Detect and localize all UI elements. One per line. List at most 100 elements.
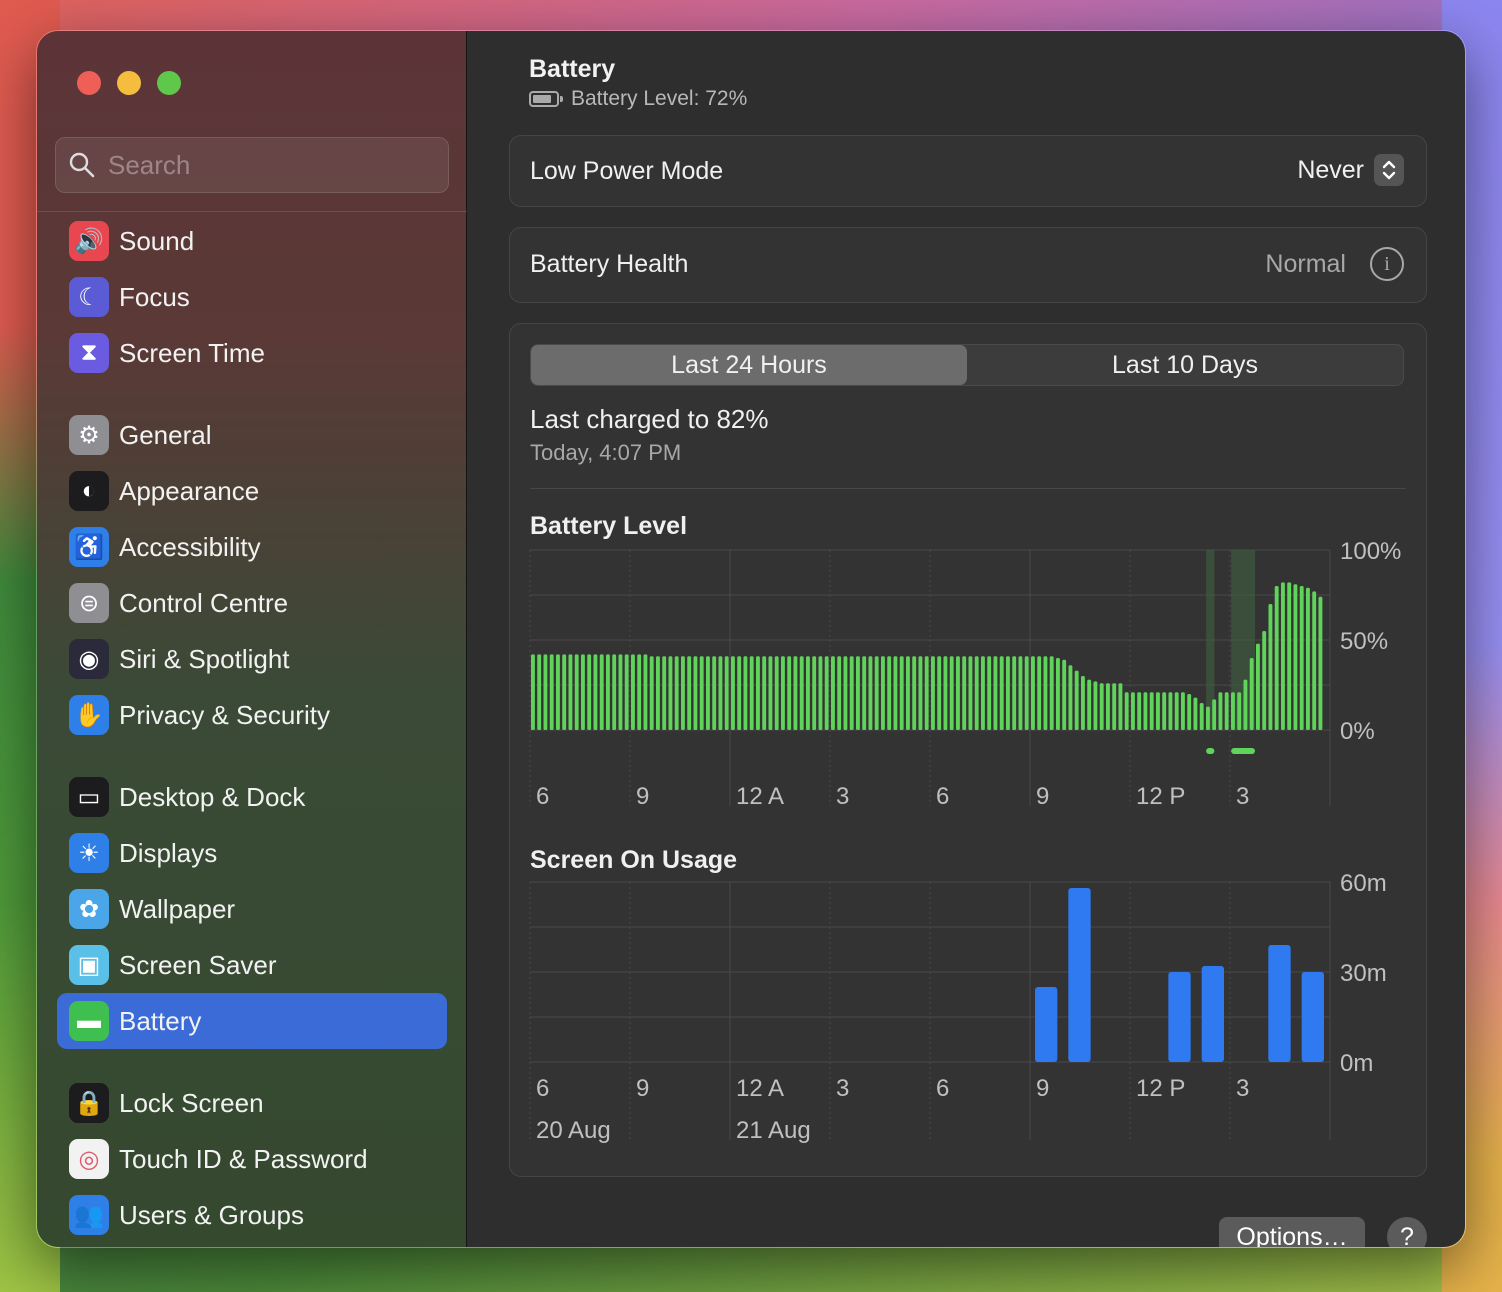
battery-x-tick-label: 9 <box>1036 783 1049 810</box>
search-field[interactable] <box>55 137 449 193</box>
sidebar-item-label: Lock Screen <box>119 1087 264 1118</box>
sidebar-item-wallpaper[interactable]: ✿ Wallpaper <box>57 881 447 937</box>
updown-chevron-icon <box>1374 154 1404 186</box>
battery-level-bar <box>937 656 942 730</box>
sidebar-item-label: Wallpaper <box>119 893 236 924</box>
sidebar-item-battery[interactable]: ▬ Battery <box>57 993 447 1049</box>
sidebar-item-label: Sound <box>119 225 195 256</box>
sidebar-item-screen-saver[interactable]: ▣ Screen Saver <box>57 937 447 993</box>
sidebar-item-displays[interactable]: ☀ Displays <box>57 825 447 881</box>
sidebar-item-desktop-dock[interactable]: ▭ Desktop & Dock <box>57 769 447 825</box>
siri-icon: ◉ <box>69 639 109 679</box>
battery-level-bar <box>968 656 973 730</box>
battery-level-bar <box>1193 697 1198 730</box>
sidebar-item-general[interactable]: ⚙ General <box>57 407 447 463</box>
usage-y-tick-label: 60m <box>1340 870 1387 897</box>
battery-level-bar <box>749 656 754 730</box>
battery-level-bar <box>1306 587 1310 730</box>
low-power-mode-select[interactable]: Never <box>1297 154 1404 186</box>
main-pane: Battery Battery Level: 72% Low Power Mod… <box>467 31 1465 1247</box>
battery-level-bar <box>931 656 935 730</box>
battery-level-bar <box>949 656 954 730</box>
charging-indicator <box>1206 748 1215 754</box>
battery-level-bar <box>818 656 823 730</box>
sidebar-item-label: Focus <box>119 281 190 312</box>
battery-y-tick-label: 0% <box>1340 718 1375 745</box>
battery-level-bar <box>799 656 804 730</box>
battery-level-bar <box>743 656 748 730</box>
battery-level-bar <box>581 654 585 730</box>
battery-level-bar <box>943 656 948 730</box>
sidebar-item-users-groups[interactable]: 👥 Users & Groups <box>57 1187 447 1243</box>
battery-level-bar <box>1074 670 1079 730</box>
usage-y-tick-label: 30m <box>1340 960 1387 987</box>
battery-level-bar <box>974 656 979 730</box>
battery-level-bar <box>1112 683 1117 730</box>
sidebar-item-privacy-security[interactable]: ✋ Privacy & Security <box>57 687 447 743</box>
sidebar-item-lock-screen[interactable]: 🔒 Lock Screen <box>57 1075 447 1131</box>
battery-level-bar <box>1243 679 1248 730</box>
battery-level-bar <box>1156 692 1160 730</box>
sidebar-item-screen-time[interactable]: ⧗ Screen Time <box>57 325 447 381</box>
battery-level-bar <box>1024 656 1029 730</box>
screen-usage-bar <box>1168 972 1191 1062</box>
battery-level-bar <box>643 654 648 730</box>
battery-level-bar <box>768 656 773 730</box>
battery-x-tick-label: 6 <box>536 783 549 810</box>
battery-level-bar <box>1106 683 1110 730</box>
battery-level-bar <box>631 654 635 730</box>
help-button[interactable]: ? <box>1387 1217 1427 1247</box>
battery-level-bar <box>899 656 904 730</box>
usage-history-card: Last 24 Hours Last 10 Days Last charged … <box>509 323 1427 1177</box>
battery-y-tick-label: 50% <box>1340 628 1388 655</box>
users-icon: 👥 <box>69 1195 109 1235</box>
battery-level-bar <box>874 656 879 730</box>
battery-level-bar <box>568 654 573 730</box>
battery-level-bar <box>549 654 554 730</box>
sidebar-divider <box>37 211 467 212</box>
sidebar-item-focus[interactable]: ☾ Focus <box>57 269 447 325</box>
battery-level-bar <box>674 656 679 730</box>
battery-level-bar <box>981 656 985 730</box>
sidebar-item-appearance[interactable]: ◐ Appearance <box>57 463 447 519</box>
battery-level-label: Battery Level: 72% <box>529 87 747 111</box>
low-power-mode-row: Low Power Mode Never <box>509 135 1427 207</box>
battery-level-bar <box>562 654 567 730</box>
sidebar-item-siri-spotlight[interactable]: ◉ Siri & Spotlight <box>57 631 447 687</box>
page-title: Battery <box>529 55 616 83</box>
battery-level-chart: 100%50%0%6 9 12 A 3 6 9 12 P 3Screen On Usage60… <box>529 538 1401 1144</box>
battery-level-bar <box>881 656 885 730</box>
battery-health-row: Battery Health Normal i <box>509 227 1427 303</box>
sidebar-item-accessibility[interactable]: ♿ Accessibility <box>57 519 447 575</box>
battery-level-bar <box>912 656 917 730</box>
battery-level-bar <box>737 656 742 730</box>
appearance-icon: ◐ <box>69 471 109 511</box>
sidebar-item-label: Screen Time <box>119 337 265 368</box>
info-icon[interactable]: i <box>1370 247 1404 281</box>
battery-level-bar <box>593 654 598 730</box>
battery-level-bar <box>756 656 760 730</box>
battery-level-bar <box>1318 596 1323 730</box>
battery-level-bar <box>662 656 667 730</box>
battery-level-bar <box>718 656 723 730</box>
battery-level-bar <box>793 656 798 730</box>
sidebar-item-sound[interactable]: 🔊 Sound <box>57 213 447 269</box>
zoom-button[interactable] <box>157 71 181 95</box>
battery-level-bar <box>924 656 929 730</box>
close-button[interactable] <box>77 71 101 95</box>
sidebar-item-label: Privacy & Security <box>119 699 330 730</box>
screen-usage-bar <box>1268 945 1291 1062</box>
screen-usage-bar <box>1301 972 1324 1062</box>
battery-level-bar <box>993 656 998 730</box>
battery-level-bar <box>1237 692 1242 730</box>
sidebar-item-touch-id-password[interactable]: ◎ Touch ID & Password <box>57 1131 447 1187</box>
options-button[interactable]: Options… <box>1219 1217 1365 1247</box>
minimize-button[interactable] <box>117 71 141 95</box>
low-power-mode-value: Never <box>1297 155 1364 184</box>
battery-level-bar <box>556 654 560 730</box>
sidebar-item-control-centre[interactable]: ⊜ Control Centre <box>57 575 447 631</box>
battery-level-bar <box>837 656 842 730</box>
sidebar-item-label: Users & Groups <box>119 1199 304 1230</box>
battery-level-bar <box>1006 656 1010 730</box>
search-input[interactable] <box>108 149 408 181</box>
